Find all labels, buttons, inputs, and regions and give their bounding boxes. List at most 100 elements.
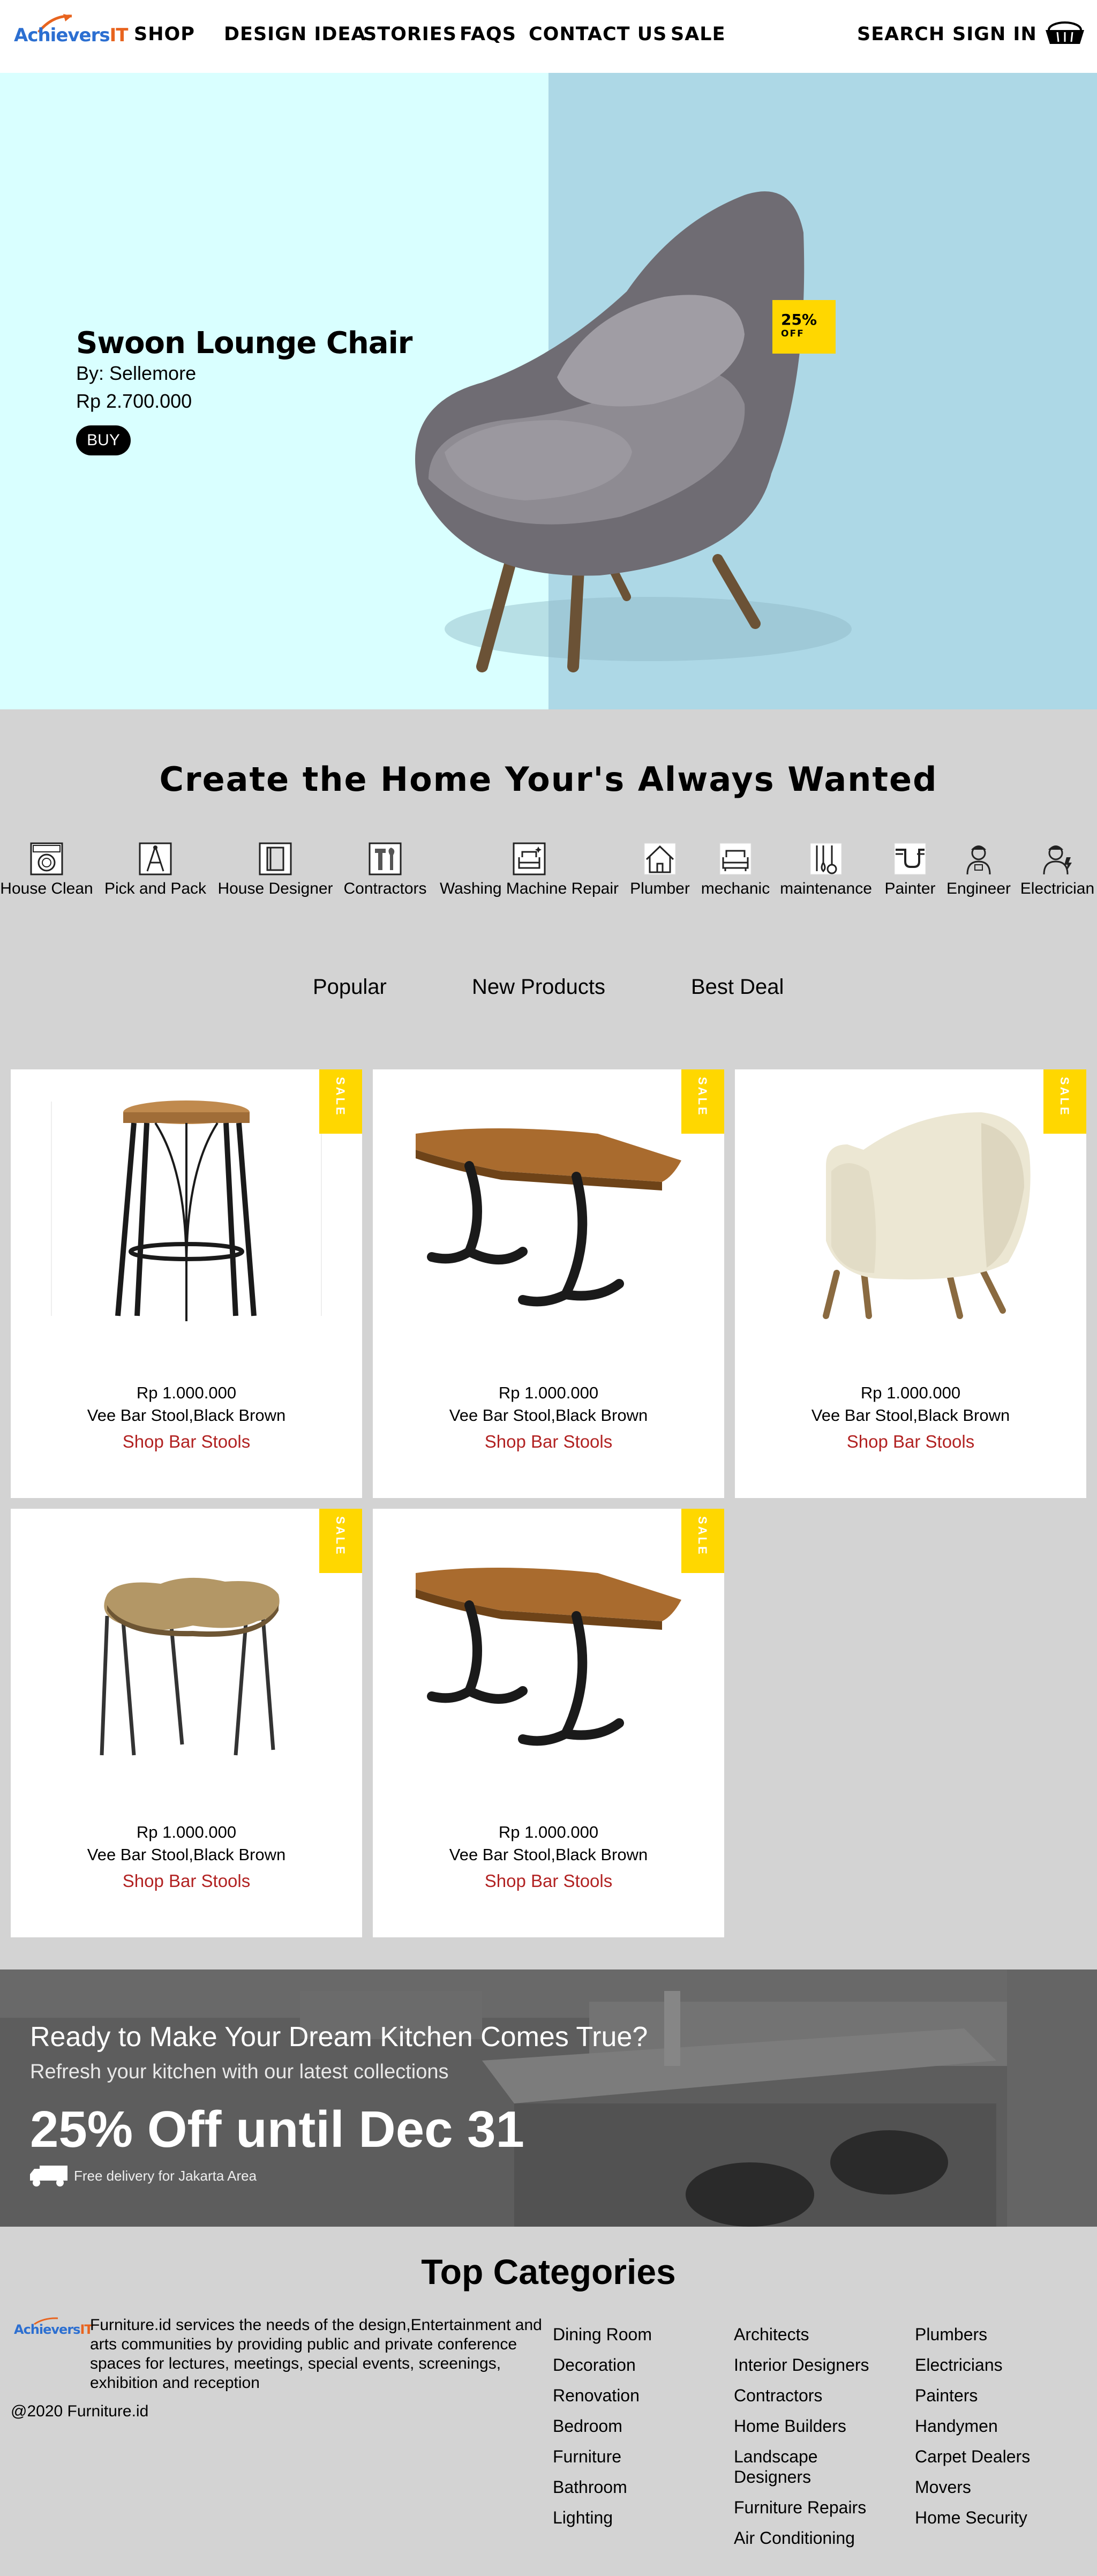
footer-link[interactable]: Handymen	[915, 2416, 998, 2436]
product-price: Rp 1.000.000	[498, 1383, 599, 1402]
service-engineer[interactable]: Engineer	[944, 841, 1013, 898]
footer-link[interactable]: Painters	[915, 2386, 978, 2405]
service-label: Electrician	[1020, 880, 1095, 897]
service-label: Washing Machine Repair	[439, 880, 619, 897]
nav-sign-in[interactable]: SIGN IN	[952, 24, 1037, 45]
top-categories-title: Top Categories	[421, 2252, 676, 2292]
product-price: Rp 1.000.000	[498, 1823, 599, 1841]
logo[interactable]: AchieversIT	[14, 13, 128, 56]
nav-design-idea[interactable]: DESIGN IDEA	[224, 24, 366, 45]
service-maintenance[interactable]: maintenance	[778, 841, 874, 898]
footer-link[interactable]: Architects	[734, 2325, 809, 2344]
product-name: Vee Bar Stool,Black Brown	[449, 1845, 648, 1864]
footer-link[interactable]: Interior Designers	[734, 2355, 869, 2375]
footer-link[interactable]: Home Security	[915, 2508, 1027, 2527]
banner-delivery-note: Free delivery for Jakarta Area	[74, 2168, 257, 2184]
sale-badge: SALE	[681, 1069, 724, 1134]
footer-description: Furniture.id services the needs of the d…	[90, 2316, 542, 2392]
banner-subtitle: Refresh your kitchen with our latest col…	[30, 2061, 449, 2083]
shop-bar-stools-link[interactable]: Shop Bar Stools	[373, 1871, 724, 1891]
kitchen-promo-banner[interactable]: Ready to Make Your Dream Kitchen Comes T…	[0, 1970, 1097, 2227]
service-painter[interactable]: Painter	[882, 841, 938, 898]
product-price: Rp 1.000.000	[136, 1823, 237, 1841]
service-plumber[interactable]: Plumber	[627, 841, 693, 898]
footer-column-services: Plumbers Electricians Painters Handymen …	[915, 2324, 1076, 2538]
buy-button[interactable]: BUY	[76, 425, 131, 455]
nav-contact-us[interactable]: CONTACT US	[529, 24, 667, 45]
service-pick-and-pack[interactable]: Pick and Pack	[102, 841, 209, 898]
nav-search[interactable]: SEARCH	[857, 24, 945, 45]
footer-link[interactable]: Furniture Repairs	[734, 2498, 866, 2517]
footer-link[interactable]: Home Builders	[734, 2416, 846, 2436]
house-icon	[644, 843, 676, 875]
sofa-icon	[719, 843, 752, 875]
footer-link[interactable]: Carpet Dealers	[915, 2447, 1030, 2466]
bar-stool-image	[51, 1100, 322, 1321]
lounge-chair-image	[415, 191, 852, 672]
footer-link[interactable]: Bathroom	[553, 2477, 627, 2497]
tab-new-products[interactable]: New Products	[472, 975, 605, 999]
footer-link[interactable]: Lighting	[553, 2508, 613, 2527]
nav-stories[interactable]: STORIES	[363, 24, 457, 45]
footer-link[interactable]: Movers	[915, 2477, 971, 2497]
nav-shop[interactable]: SHOP	[134, 24, 195, 45]
product-price: Rp 1.000.000	[860, 1383, 961, 1402]
live-edge-side-table-image	[100, 1577, 280, 1756]
shop-bar-stools-link[interactable]: Shop Bar Stools	[11, 1432, 362, 1452]
tools-icon	[369, 842, 402, 875]
footer-link[interactable]: Decoration	[553, 2355, 636, 2375]
footer-link[interactable]: Electricians	[915, 2355, 1003, 2375]
nav-faqs[interactable]: FAQS	[460, 24, 516, 45]
design-book-icon	[259, 842, 292, 875]
service-mechanic[interactable]: mechanic	[698, 841, 772, 898]
product-card[interactable]: SALE Rp 1.000.000 Vee Bar Stool,Black Br…	[735, 1069, 1086, 1498]
product-card[interactable]: SALE Rp 1.000.000 Vee Bar Stool,Black Br…	[373, 1069, 724, 1498]
service-contractors[interactable]: Contractors	[341, 841, 430, 898]
product-card[interactable]: SALE Rp 1.000.000 Vee Bar Stool,Black Br…	[373, 1509, 724, 1937]
services-title: Create the Home Your's Always Wanted	[159, 760, 938, 799]
service-house-designer[interactable]: House Designer	[216, 841, 334, 898]
tab-popular[interactable]: Popular	[313, 975, 387, 999]
footer-logo[interactable]: AchieversIT	[14, 2317, 93, 2341]
logo-text: AchieversIT	[14, 25, 128, 46]
wood-table-image	[416, 1568, 681, 1746]
footer-link[interactable]: Air Conditioning	[734, 2528, 855, 2548]
armchair-sparkle-icon	[513, 842, 546, 875]
hero-title: Swoon Lounge Chair	[76, 326, 412, 361]
shop-bar-stools-link[interactable]: Shop Bar Stools	[373, 1432, 724, 1452]
footer-link[interactable]: Plumbers	[915, 2325, 987, 2344]
footer-link[interactable]: Dining Room	[553, 2325, 652, 2344]
service-label: maintenance	[780, 880, 872, 897]
service-label: mechanic	[701, 880, 770, 897]
service-electrician[interactable]: Electrician	[1019, 841, 1096, 898]
footer-link[interactable]: Bedroom	[553, 2416, 622, 2436]
product-name: Vee Bar Stool,Black Brown	[87, 1845, 286, 1864]
product-card[interactable]: SALE Rp 1.000.000 Vee Bar Stool,Black Br…	[11, 1069, 362, 1498]
wood-table-image	[416, 1128, 681, 1307]
nav-sale[interactable]: SALE	[671, 24, 726, 45]
shop-bar-stools-link[interactable]: Shop Bar Stools	[11, 1871, 362, 1891]
hero-price: Rp 2.700.000	[76, 390, 192, 412]
sale-badge: SALE	[1043, 1069, 1086, 1134]
service-label: Painter	[884, 880, 936, 897]
footer-link[interactable]: Landscape Designers	[734, 2447, 818, 2487]
tab-best-deal[interactable]: Best Deal	[691, 975, 784, 999]
sale-badge: SALE	[319, 1069, 362, 1134]
service-label: Contractors	[343, 880, 427, 897]
footer-link[interactable]: Renovation	[553, 2386, 640, 2405]
footer-column-rooms: Dining Room Decoration Renovation Bedroo…	[553, 2324, 713, 2538]
product-card[interactable]: SALE Rp 1.000.000 Vee Bar Stool,Black Br…	[11, 1509, 362, 1937]
product-name: Vee Bar Stool,Black Brown	[811, 1406, 1010, 1425]
cream-armchair-image	[823, 1112, 1031, 1319]
service-label: Engineer	[946, 880, 1011, 897]
service-washing-machine-repair[interactable]: Washing Machine Repair	[437, 841, 621, 898]
footer-link[interactable]: Furniture	[553, 2447, 621, 2466]
footer-link[interactable]: Contractors	[734, 2386, 822, 2405]
basket-icon[interactable]	[1045, 19, 1085, 46]
banner-offer: 25% Off until Dec 31	[30, 2101, 524, 2158]
top-navbar: AchieversIT SHOP DESIGN IDEA STORIES FAQ…	[0, 0, 1097, 73]
product-name: Vee Bar Stool,Black Brown	[87, 1406, 286, 1425]
service-label: Plumber	[630, 880, 690, 897]
service-house-clean[interactable]: House Clean	[0, 841, 93, 898]
shop-bar-stools-link[interactable]: Shop Bar Stools	[735, 1432, 1086, 1452]
